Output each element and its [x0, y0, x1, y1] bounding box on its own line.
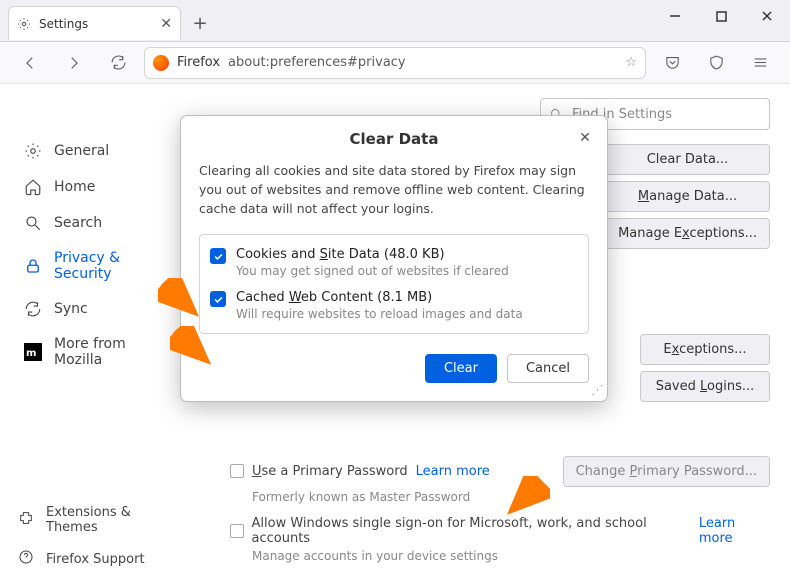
gear-icon	[17, 17, 31, 31]
checkbox-checked-icon[interactable]	[210, 291, 226, 307]
sso-subtext: Manage accounts in your device settings	[252, 549, 770, 563]
learn-more-link[interactable]: Learn more	[699, 516, 770, 546]
titlebar: Settings ✕ +	[0, 0, 790, 42]
url-path: about:preferences#privacy	[228, 55, 406, 70]
pocket-icon[interactable]	[654, 47, 690, 79]
clear-data-dialog: Clear Data ✕ Clearing all cookies and si…	[180, 115, 608, 402]
minimize-button[interactable]	[652, 0, 698, 32]
gear-icon	[24, 142, 42, 160]
learn-more-link[interactable]: Learn more	[416, 464, 490, 479]
option-subtext: You may get signed out of websites if cl…	[236, 264, 509, 278]
primary-password-subtext: Formerly known as Master Password	[252, 490, 770, 504]
sso-checkbox-row[interactable]: Allow Windows single sign-on for Microso…	[230, 516, 770, 546]
new-tab-button[interactable]: +	[185, 8, 215, 38]
reload-button[interactable]	[100, 47, 136, 79]
browser-tab[interactable]: Settings ✕	[8, 6, 181, 40]
dialog-description: Clearing all cookies and site data store…	[181, 156, 607, 226]
shield-icon[interactable]	[698, 47, 734, 79]
sso-label: Allow Windows single sign-on for Microso…	[252, 516, 691, 546]
checkbox-checked-icon[interactable]	[210, 248, 226, 264]
cancel-button[interactable]: Cancel	[507, 354, 589, 383]
option-label: Cookies and Site Data (48.0 KB)	[236, 247, 509, 262]
sidebar-item-search[interactable]: Search	[6, 206, 194, 240]
saved-logins-button[interactable]: Saved Logins...	[640, 371, 770, 402]
sidebar-label: More from Mozilla	[54, 336, 176, 368]
mozilla-icon: m	[24, 343, 42, 361]
dialog-options: Cookies and Site Data (48.0 KB) You may …	[199, 234, 589, 334]
bookmark-star-icon[interactable]: ☆	[625, 55, 637, 70]
manage-data-button[interactable]: MManage Data...anage Data...	[605, 181, 770, 212]
sidebar-label: Sync	[54, 301, 88, 317]
sidebar-label: Search	[54, 215, 102, 231]
checkbox-icon[interactable]	[230, 524, 244, 538]
close-button[interactable]	[744, 0, 790, 32]
sidebar-label: Privacy & Security	[54, 250, 176, 282]
exceptions-button[interactable]: Exceptions...	[640, 334, 770, 365]
dialog-close-button[interactable]: ✕	[575, 128, 595, 148]
dialog-title: Clear Data	[350, 130, 439, 148]
sidebar-item-mozilla[interactable]: m More from Mozilla	[6, 328, 194, 376]
sidebar-item-home[interactable]: Home	[6, 170, 194, 204]
option-subtext: Will require websites to reload images a…	[236, 307, 523, 321]
sidebar-support[interactable]: Firefox Support	[0, 543, 200, 575]
tab-close-icon[interactable]: ✕	[160, 16, 172, 32]
manage-exceptions-button[interactable]: Manage Exceptions...	[605, 218, 770, 249]
firefox-logo-icon	[153, 55, 169, 71]
url-brand: Firefox	[177, 55, 220, 70]
forward-button[interactable]	[56, 47, 92, 79]
sidebar-item-sync[interactable]: Sync	[6, 292, 194, 326]
lock-icon	[24, 257, 42, 275]
svg-text:m: m	[26, 348, 36, 359]
tab-title: Settings	[39, 17, 88, 31]
sidebar-item-privacy[interactable]: Privacy & Security	[6, 242, 194, 290]
search-icon	[24, 214, 42, 232]
sidebar-item-general[interactable]: General	[6, 134, 194, 168]
sync-icon	[24, 300, 42, 318]
clear-data-button[interactable]: Clear Data...	[605, 144, 770, 175]
maximize-button[interactable]	[698, 0, 744, 32]
primary-password-checkbox-row[interactable]: Use a Primary Password Learn more Change…	[230, 456, 770, 487]
sidebar: General Home Search Privacy & Security S…	[0, 84, 200, 575]
menu-icon[interactable]	[742, 47, 778, 79]
toolbar: Firefox about:preferences#privacy ☆	[0, 42, 790, 84]
resize-handle-icon[interactable]: ⋰	[591, 383, 604, 398]
change-primary-password-button: Change Primary Password...	[563, 456, 770, 487]
option-label: Cached Web Content (8.1 MB)	[236, 290, 523, 305]
cookies-option[interactable]: Cookies and Site Data (48.0 KB) You may …	[210, 247, 578, 278]
sidebar-label: Home	[54, 179, 95, 195]
back-button[interactable]	[12, 47, 48, 79]
window-controls	[652, 0, 790, 32]
sidebar-footer-label: Firefox Support	[46, 552, 145, 567]
clear-button[interactable]: Clear	[425, 354, 497, 383]
cache-option[interactable]: Cached Web Content (8.1 MB) Will require…	[210, 290, 578, 321]
home-icon	[24, 178, 42, 196]
help-icon	[18, 549, 34, 569]
sidebar-footer-label: Extensions & Themes	[46, 505, 182, 535]
puzzle-icon	[18, 510, 34, 530]
sidebar-label: General	[54, 143, 109, 159]
url-bar[interactable]: Firefox about:preferences#privacy ☆	[144, 47, 646, 79]
sidebar-extensions[interactable]: Extensions & Themes	[0, 499, 200, 541]
checkbox-icon[interactable]	[230, 464, 244, 478]
